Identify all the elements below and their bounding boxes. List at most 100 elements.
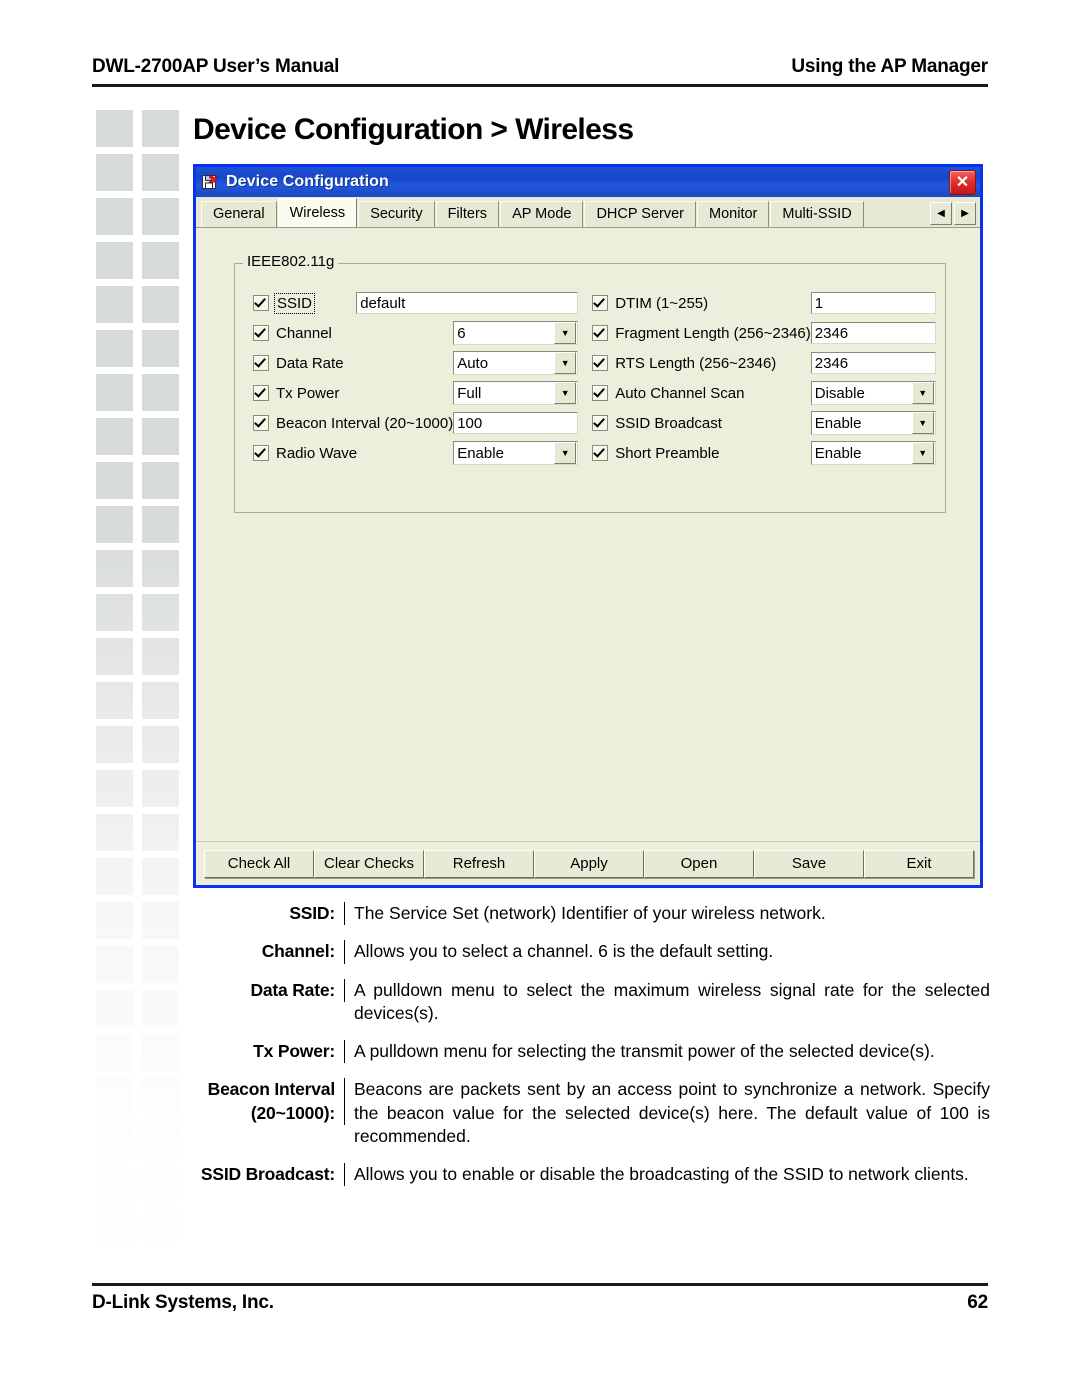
field-row-fragment-length-256-2346: Fragment Length (256~2346) 2346 [592,318,936,348]
tab-scroll-right-button[interactable]: ▶ [954,202,976,225]
label-fragment-length-256-2346: Fragment Length (256~2346) [615,324,811,342]
dialog-tabstrip: General Wireless Security Filters AP Mode DHC… [196,197,980,228]
description-row-ssid-broadcast: SSID Broadcast: Allows you to enable or d… [195,1163,990,1187]
decorative-square [96,506,133,543]
tab-general[interactable]: General [201,201,277,227]
chevron-down-icon[interactable]: ▼ [911,442,934,464]
clear-checks-button[interactable]: Clear Checks [314,849,424,878]
label-auto-channel-scan: Auto Channel Scan [615,384,745,402]
tab-wireless[interactable]: Wireless [277,198,358,227]
chevron-down-icon[interactable]: ▼ [554,352,577,374]
chevron-down-icon[interactable]: ▼ [554,322,577,344]
decorative-square [142,682,179,719]
checkbox-dtim-1-255[interactable] [592,295,609,311]
page-header: DWL-2700AP User’s Manual Using the AP Ma… [92,56,988,87]
input-ssid[interactable]: default [356,292,579,314]
decorative-square [142,726,179,763]
tab-dhcp-server[interactable]: DHCP Server [584,201,697,227]
tab-monitor[interactable]: Monitor [697,201,770,227]
input-beacon-interval-20-1000[interactable]: 100 [453,412,579,434]
input-rts-length-256-2346[interactable]: 2346 [810,352,936,374]
tab-ap-mode[interactable]: AP Mode [500,201,584,227]
tab-filters[interactable]: Filters [435,201,500,227]
decorative-square [96,1034,133,1071]
dialog-title-text: Device Configuration [226,173,389,190]
description-term: Tx Power: [195,1040,345,1064]
field-row-channel: Channel 6 ▼ [253,318,579,348]
select-auto-channel-scan[interactable]: Disable ▼ [810,381,936,405]
close-icon[interactable]: ✕ [949,170,976,195]
description-row-beacon-interval: Beacon Interval (20~1000): Beacons are pac… [195,1078,990,1148]
decorative-square [96,462,133,499]
input-dtim-1-255[interactable]: 1 [810,292,936,314]
checkbox-channel[interactable] [253,325,269,341]
dialog-button-bar: Check All Clear Checks Refresh Apply Open Sav… [196,841,980,885]
decorative-square [142,1210,179,1247]
description-text: A pulldown menu for selecting the transm… [354,1041,935,1062]
field-row-tx-power: Tx Power Full ▼ [253,378,579,408]
save-button[interactable]: Save [754,849,864,878]
label-short-preamble: Short Preamble [615,444,720,462]
label-channel: Channel [276,324,332,342]
chevron-left-icon: ◀ [937,207,945,219]
chevron-down-icon[interactable]: ▼ [911,382,934,404]
device-configuration-dialog: Device Configuration ✕ General Wireless Se… [193,164,983,888]
select-radio-wave[interactable]: Enable ▼ [453,441,579,465]
dialog-titlebar[interactable]: Device Configuration ✕ [196,167,980,197]
select-ssid-broadcast[interactable]: Enable ▼ [810,411,936,435]
checkbox-fragment-length-256-2346[interactable] [592,325,609,341]
label-radio-wave: Radio Wave [276,444,358,462]
tab-multi-ssid[interactable]: Multi-SSID [770,201,864,227]
description-term-line1: Beacon Interval [207,1079,336,1100]
decorative-square [142,770,179,807]
decorative-square [142,902,179,939]
refresh-button[interactable]: Refresh [424,849,534,878]
field-row-beacon-interval-20-1000: Beacon Interval (20~1000) 100 [253,408,579,438]
description-row-ssid: SSID: The Service Set (network) Identifie… [195,902,990,926]
decorative-square [142,594,179,631]
decorative-square [96,418,133,455]
decorative-square [142,198,179,235]
checkbox-radio-wave[interactable] [253,445,269,461]
description-term: Beacon Interval (20~1000): [195,1078,345,1125]
label-ssid: SSID [273,292,316,314]
chevron-down-icon[interactable]: ▼ [554,382,577,404]
exit-button[interactable]: Exit [864,849,974,878]
wireless-settings-left-column: SSID default Channel 6 ▼ Data Rate Auto ▼ Tx Pow… [253,288,579,512]
decorative-square [142,462,179,499]
field-row-ssid-broadcast: SSID Broadcast Enable ▼ [592,408,936,438]
description-text: A pulldown menu to select the maximum wi… [354,979,990,1023]
field-descriptions-list: SSID: The Service Set (network) Identifie… [195,902,990,1201]
apply-button[interactable]: Apply [534,849,644,878]
tab-scroll-left-button[interactable]: ◀ [930,202,952,225]
decorative-square [142,154,179,191]
check-all-button[interactable]: Check All [204,849,314,878]
select-tx-power[interactable]: Full ▼ [453,381,579,405]
label-rts-length-256-2346: RTS Length (256~2346) [615,354,777,372]
select-value-tx-power: Full [457,384,482,402]
checkbox-beacon-interval-20-1000[interactable] [253,415,269,431]
field-row-short-preamble: Short Preamble Enable ▼ [592,438,936,468]
decorative-square [142,946,179,983]
decorative-square [142,242,179,279]
checkbox-data-rate[interactable] [253,355,269,371]
checkbox-tx-power[interactable] [253,385,269,401]
checkbox-auto-channel-scan[interactable] [592,385,609,401]
chevron-down-icon[interactable]: ▼ [911,412,934,434]
open-button[interactable]: Open [644,849,754,878]
checkbox-short-preamble[interactable] [592,445,609,461]
chevron-down-icon[interactable]: ▼ [554,442,577,464]
checkbox-ssid-broadcast[interactable] [592,415,609,431]
page-number: 62 [967,1292,988,1313]
select-channel[interactable]: 6 ▼ [453,321,579,345]
select-short-preamble[interactable]: Enable ▼ [810,441,936,465]
decorative-square [96,1210,133,1247]
select-data-rate[interactable]: Auto ▼ [453,351,579,375]
input-fragment-length-256-2346[interactable]: 2346 [810,322,936,344]
decorative-square [96,594,133,631]
decorative-square [142,1122,179,1159]
tab-security[interactable]: Security [358,201,435,227]
checkbox-ssid[interactable] [253,295,269,311]
checkbox-rts-length-256-2346[interactable] [592,355,609,371]
tab-scroll-buttons: ◀ ▶ [930,202,976,225]
